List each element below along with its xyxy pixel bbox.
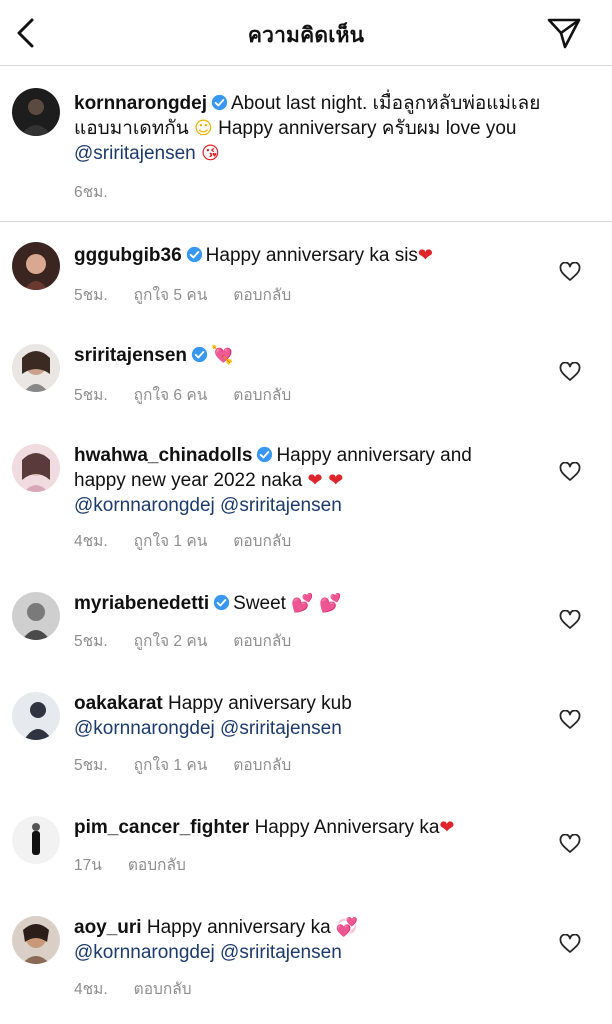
caption-text: kornnarongdej About last night. เมื่อลูกห… bbox=[74, 91, 594, 166]
verified-badge-icon bbox=[257, 446, 273, 463]
verified-badge-icon bbox=[214, 594, 230, 611]
comment-username[interactable]: myriabenedetti bbox=[74, 593, 209, 614]
heart-outline-icon[interactable] bbox=[559, 934, 581, 954]
reply-button[interactable]: ตอบกลับ bbox=[233, 287, 291, 304]
comment-mentions[interactable]: @kornnarongdej @sriritajensen bbox=[74, 942, 342, 963]
reply-button[interactable]: ตอบกลับ bbox=[128, 857, 186, 874]
comment-time: 17น bbox=[74, 857, 102, 874]
page-title: ความคิดเห็น bbox=[247, 24, 365, 47]
heart-outline-icon[interactable] bbox=[559, 362, 581, 382]
likes-count[interactable]: ถูกใจ 1 คน bbox=[134, 757, 208, 774]
comment-item: myriabenedetti Sweet 💕 💕 5ชม. ถูกใจ 2 คน ตอ… bbox=[0, 570, 612, 670]
comment-username[interactable]: oakakarat bbox=[74, 693, 163, 714]
comment-item: gggubgib36 Happy anniversary ka sis❤ 5ชม.… bbox=[0, 222, 612, 322]
verified-badge-icon bbox=[211, 94, 228, 111]
comment-text-line-2: happy new year 2022 naka bbox=[74, 470, 303, 491]
heart-outline-icon[interactable] bbox=[559, 462, 581, 482]
comment-time: 5ชม. bbox=[74, 633, 108, 650]
caption-time: 6ชม. bbox=[74, 184, 108, 201]
comment-time: 5ชม. bbox=[74, 287, 108, 304]
avatar[interactable] bbox=[12, 88, 60, 136]
comment-text: Happy anniversary ka sis bbox=[205, 245, 418, 266]
reply-button[interactable]: ตอบกลับ bbox=[233, 757, 291, 774]
likes-count[interactable]: ถูกใจ 5 คน bbox=[134, 287, 208, 304]
likes-count[interactable]: ถูกใจ 1 คน bbox=[134, 533, 208, 550]
heart-outline-icon[interactable] bbox=[559, 262, 581, 282]
avatar[interactable] bbox=[12, 916, 60, 964]
likes-count[interactable]: ถูกใจ 2 คน bbox=[134, 633, 208, 650]
comment-text: Happy anniversary ka bbox=[146, 917, 331, 938]
comment-text: Happy Anniversary ka bbox=[254, 817, 440, 838]
reply-button[interactable]: ตอบกลับ bbox=[134, 981, 192, 998]
two-hearts-icon: 💕 💕 bbox=[291, 593, 342, 614]
verified-badge-icon bbox=[186, 246, 202, 263]
caption-line-2: แอบมาเดทกัน bbox=[74, 118, 189, 139]
reply-button[interactable]: ตอบกลับ bbox=[233, 633, 291, 650]
comment-username[interactable]: hwahwa_chinadolls bbox=[74, 445, 252, 466]
heart-outline-icon[interactable] bbox=[559, 834, 581, 854]
revolving-hearts-icon: 💞 bbox=[335, 917, 359, 938]
comment-item: hwahwa_chinadolls Happy anniversary and h… bbox=[0, 422, 612, 570]
comment-mentions[interactable]: @kornnarongdej @sriritajensen bbox=[74, 495, 342, 516]
red-heart-icon: ❤ ❤ bbox=[307, 470, 344, 491]
caption-mention[interactable]: @sriritajensen bbox=[74, 143, 196, 164]
red-heart-icon: ❤ bbox=[417, 245, 434, 266]
avatar[interactable] bbox=[12, 242, 60, 290]
avatar[interactable] bbox=[12, 692, 60, 740]
caption-line-2b: Happy anniversary ครับผม love you bbox=[218, 118, 517, 139]
comment-time: 5ชม. bbox=[74, 757, 108, 774]
comment-item: aoy_uri Happy anniversary ka 💞 @kornnaro… bbox=[0, 896, 612, 1024]
red-heart-icon: ❤ bbox=[439, 817, 455, 838]
comment-text: Sweet bbox=[233, 593, 286, 614]
heart-with-arrow-icon: 💘 bbox=[211, 345, 234, 366]
comment-text: Happy aniversary kub bbox=[168, 693, 352, 714]
reply-button[interactable]: ตอบกลับ bbox=[233, 533, 291, 550]
comment-item: pim_cancer_fighter Happy Anniversary ka❤… bbox=[0, 796, 612, 896]
heart-outline-icon[interactable] bbox=[559, 710, 581, 730]
comment-username[interactable]: pim_cancer_fighter bbox=[74, 817, 249, 838]
avatar[interactable] bbox=[12, 592, 60, 640]
verified-badge-icon bbox=[191, 346, 208, 363]
avatar[interactable] bbox=[12, 344, 60, 392]
likes-count[interactable]: ถูกใจ 6 คน bbox=[134, 387, 208, 404]
kiss-emoji-icon: 😘 bbox=[201, 143, 220, 164]
comment-time: 4ชม. bbox=[74, 981, 108, 998]
comment-text: Happy anniversary and bbox=[276, 445, 472, 466]
caption-meta: 6ชม. bbox=[74, 179, 134, 204]
comment-item: sriritajensen 💘 5ชม. ถูกใจ 6 คน ตอบกลับ bbox=[0, 322, 612, 422]
caption-line-1: About last night. เมื่อลูกหลับพ่อแม่เลย bbox=[231, 93, 541, 114]
heart-outline-icon[interactable] bbox=[559, 610, 581, 630]
avatar[interactable] bbox=[12, 444, 60, 492]
caption-username[interactable]: kornnarongdej bbox=[74, 93, 207, 114]
avatar[interactable] bbox=[12, 816, 60, 864]
reply-button[interactable]: ตอบกลับ bbox=[233, 387, 291, 404]
post-caption: kornnarongdej About last night. เมื่อลูกห… bbox=[0, 66, 612, 222]
top-nav-bar: ความคิดเห็น bbox=[0, 0, 612, 66]
comment-username[interactable]: gggubgib36 bbox=[74, 245, 182, 266]
comment-username[interactable]: aoy_uri bbox=[74, 917, 142, 938]
comment-time: 4ชม. bbox=[74, 533, 108, 550]
comment-time: 5ชม. bbox=[74, 387, 108, 404]
comment-mentions[interactable]: @kornnarongdej @sriritajensen bbox=[74, 718, 342, 739]
comment-item: oakakarat Happy aniversary kub @kornnaro… bbox=[0, 670, 612, 796]
paper-plane-icon[interactable] bbox=[546, 15, 582, 51]
comment-username[interactable]: sriritajensen bbox=[74, 345, 187, 366]
smile-emoji-icon: ☺ bbox=[194, 118, 213, 139]
